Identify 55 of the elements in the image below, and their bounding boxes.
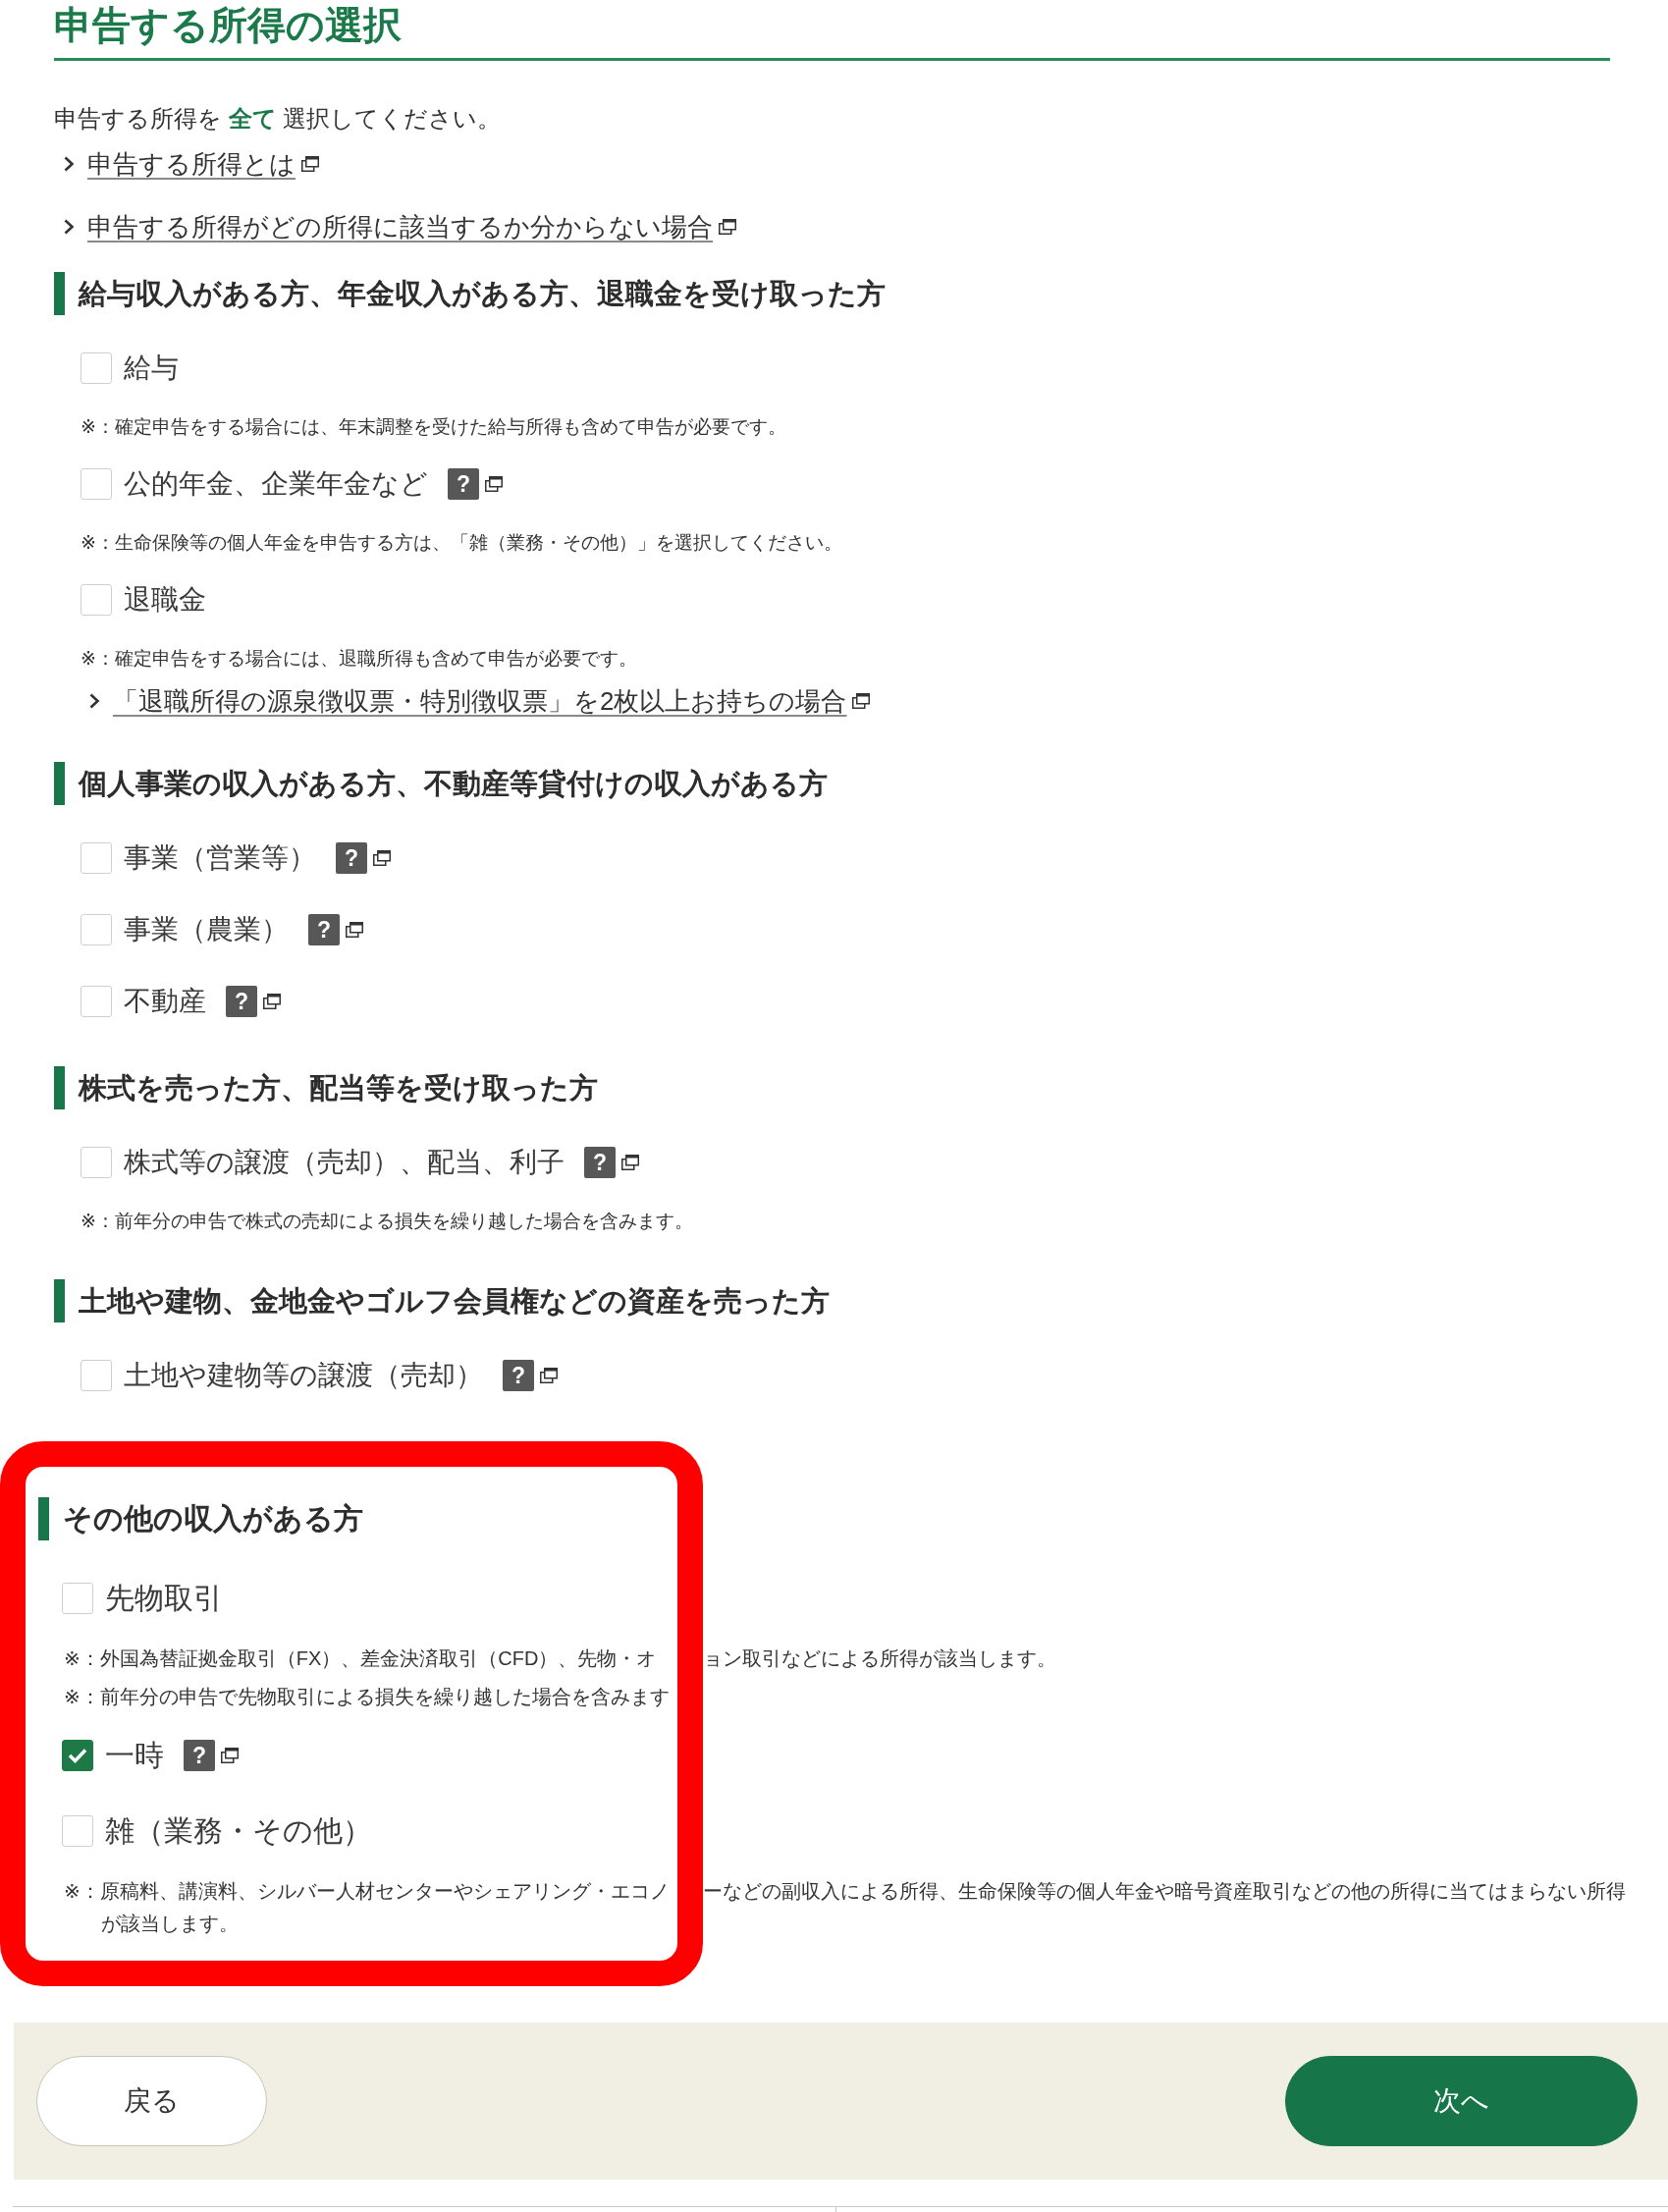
- chevron-icon: [64, 156, 75, 172]
- back-button[interactable]: 戻る: [36, 2056, 267, 2146]
- section-heading: 株式を売った方、配当等を受け取った方: [54, 1066, 598, 1109]
- info-link[interactable]: 申告する所得とは: [87, 146, 296, 182]
- checkmark-icon: [68, 1748, 87, 1763]
- checkbox-label[interactable]: 先物取引: [105, 1577, 223, 1620]
- checkbox-label[interactable]: 雑（業務・その他）: [105, 1809, 372, 1853]
- new-window-icon: [621, 1155, 639, 1170]
- note-text: ※：前年分の申告で株式の売却による損失を繰り越した場合を含みます。: [81, 1210, 693, 1233]
- help-button[interactable]: ?: [308, 914, 340, 945]
- section-heading: 土地や建物、金地金やゴルフ会員権などの資産を売った方: [54, 1279, 830, 1322]
- new-window-icon: [719, 219, 736, 235]
- help-button[interactable]: ?: [226, 986, 257, 1017]
- checkbox-label[interactable]: 公的年金、企業年金など: [124, 462, 428, 506]
- checkbox-label[interactable]: 一時: [105, 1734, 164, 1777]
- section-heading: 給与収入がある方、年金収入がある方、退職金を受け取った方: [54, 272, 886, 315]
- note-text: ョン取引などによる所得が該当します。: [703, 1646, 1056, 1671]
- new-window-icon: [263, 994, 281, 1009]
- note-text: ※：生命保険等の個人年金を申告する方は、「雑（業務・その他）」を選択してください。: [81, 531, 842, 555]
- checkbox-label[interactable]: 退職金: [124, 578, 206, 621]
- new-window-icon: [373, 850, 391, 866]
- note-text: ーなどの副収入による所得、生命保険等の個人年金や暗号資産取引などの他の所得に当てはまらない所得: [703, 1879, 1626, 1904]
- info-link[interactable]: 「退職所得の源泉徴収票・特別徴収票」を2枚以上お持ちの場合: [113, 683, 847, 719]
- info-link[interactable]: 申告する所得がどの所得に該当するか分からない場合: [87, 209, 713, 244]
- checkbox-label[interactable]: 土地や建物等の譲渡（売却）: [124, 1354, 483, 1397]
- section-heading: その他の収入がある方: [38, 1497, 363, 1540]
- help-button[interactable]: ?: [584, 1147, 616, 1178]
- new-window-icon: [485, 476, 503, 492]
- checkbox-label[interactable]: 事業（営業等）: [124, 836, 316, 880]
- help-button[interactable]: ?: [448, 468, 479, 500]
- checkbox-label[interactable]: 株式等の譲渡（売却）、配当、利子: [124, 1141, 565, 1184]
- next-button[interactable]: 次へ: [1285, 2056, 1638, 2146]
- intro-text: 申告する所得を 全て 選択してください。: [54, 104, 502, 134]
- help-button[interactable]: ?: [503, 1360, 534, 1391]
- help-button[interactable]: ?: [184, 1740, 215, 1771]
- note-text: ※：確定申告をする場合には、年末調整を受けた給与所得も含めて申告が必要です。: [81, 415, 786, 439]
- new-window-icon: [540, 1368, 558, 1383]
- checkbox-label[interactable]: 給与: [124, 347, 179, 390]
- checkbox-label[interactable]: 事業（農業）: [124, 908, 289, 951]
- checkbox[interactable]: [62, 1740, 93, 1771]
- note-text: ※：前年分の申告で先物取引による損失を繰り越した場合を含みます: [64, 1685, 670, 1709]
- checkbox-label[interactable]: 不動産: [124, 980, 206, 1023]
- chevron-icon: [89, 693, 100, 709]
- help-button[interactable]: ?: [336, 842, 367, 874]
- note-text: ※：原稿料、講演料、シルバー人材センターやシェアリング・エコノ: [64, 1879, 670, 1904]
- note-text: ※：外国為替証拠金取引（FX）、差金決済取引（CFD）、先物・オ: [64, 1646, 657, 1671]
- note-text: ※：確定申告をする場合には、退職所得も含めて申告が必要です。: [81, 647, 637, 671]
- note-text: が該当します。: [101, 1912, 239, 1936]
- new-window-icon: [221, 1748, 239, 1763]
- page-title: 申告する所得の選択: [54, 3, 402, 48]
- new-window-icon: [852, 693, 871, 709]
- section-heading: 個人事業の収入がある方、不動産等貸付けの収入がある方: [54, 762, 828, 805]
- new-window-icon: [346, 922, 363, 938]
- new-window-icon: [301, 156, 319, 172]
- chevron-icon: [64, 219, 75, 235]
